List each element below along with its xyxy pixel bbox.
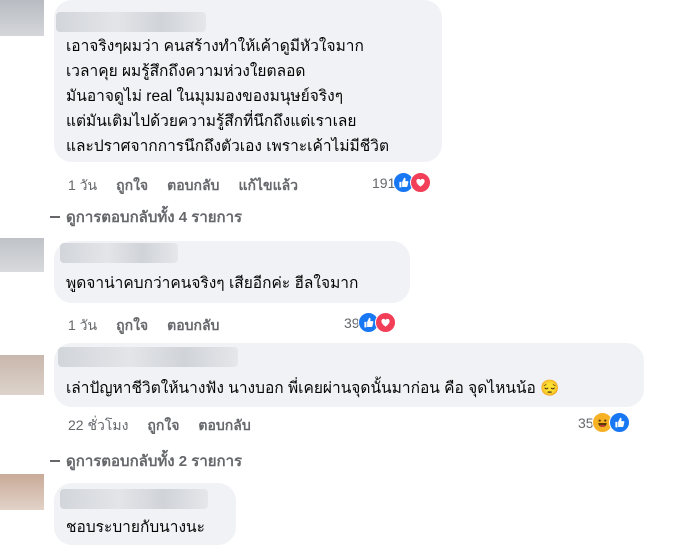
timestamp[interactable]: 1 วัน bbox=[68, 175, 97, 197]
edited-label[interactable]: แก้ไขแล้ว bbox=[238, 175, 298, 197]
love-icon bbox=[374, 312, 396, 333]
comment-actions: 1 วัน ถูกใจ ตอบกลับ แก้ไขแล้ว bbox=[68, 175, 298, 197]
comment-text: พูดจาน่าคบกว่าคนจริงๆ เสียอีกค่ะ ฮีลใจมา… bbox=[66, 275, 359, 292]
author-name[interactable] bbox=[60, 243, 178, 263]
comment-bubble: เอาจริงๆผมว่า คนสร้างทำให้เค้าดูมีหัวใจม… bbox=[54, 0, 442, 162]
view-replies-link[interactable]: ดูการตอบกลับทั้ง 4 รายการ bbox=[50, 205, 242, 229]
avatar[interactable] bbox=[0, 0, 44, 36]
view-replies-label[interactable]: ดูการตอบกลับทั้ง 2 รายการ bbox=[66, 449, 242, 473]
author-name[interactable] bbox=[56, 12, 206, 32]
comment-bubble: เล่าปัญหาชีวิตให้นางฟัง นางบอก พี่เคยผ่า… bbox=[54, 343, 644, 407]
like-button[interactable]: ถูกใจ bbox=[147, 415, 179, 437]
love-icon bbox=[410, 172, 432, 193]
author-name[interactable] bbox=[60, 489, 208, 509]
comment-actions: 22 ชั่วโมง ถูกใจ ตอบกลับ bbox=[68, 415, 251, 437]
timestamp[interactable]: 22 ชั่วโมง bbox=[68, 415, 128, 437]
like-icon bbox=[608, 412, 630, 433]
reply-button[interactable]: ตอบกลับ bbox=[167, 175, 219, 197]
view-replies-link[interactable]: ดูการตอบกลับทั้ง 2 รายการ bbox=[50, 449, 242, 473]
reply-button[interactable]: ตอบกลับ bbox=[198, 415, 250, 437]
like-button[interactable]: ถูกใจ bbox=[116, 315, 148, 337]
reaction-summary[interactable]: 39 bbox=[344, 312, 396, 333]
author-name[interactable] bbox=[58, 347, 238, 367]
reaction-summary[interactable]: 35 bbox=[578, 412, 630, 433]
reply-button[interactable]: ตอบกลับ bbox=[167, 315, 219, 337]
comment-text: เอาจริงๆผมว่า คนสร้างทำให้เค้าดูมีหัวใจม… bbox=[66, 38, 390, 155]
comment-bubble: ชอบระบายกับนางนะ bbox=[54, 483, 236, 545]
thread-line bbox=[50, 460, 60, 462]
comment-text: ชอบระบายกับนางนะ bbox=[66, 519, 205, 536]
avatar[interactable] bbox=[0, 474, 44, 510]
comment-text: เล่าปัญหาชีวิตให้นางฟัง นางบอก พี่เคยผ่า… bbox=[66, 380, 560, 397]
reaction-summary[interactable]: 191 bbox=[372, 172, 432, 193]
comment-actions: 1 วัน ถูกใจ ตอบกลับ bbox=[68, 315, 219, 337]
avatar[interactable] bbox=[0, 238, 44, 272]
view-replies-label[interactable]: ดูการตอบกลับทั้ง 4 รายการ bbox=[66, 205, 242, 229]
thread-line bbox=[50, 216, 60, 218]
like-button[interactable]: ถูกใจ bbox=[116, 175, 148, 197]
comment-bubble: พูดจาน่าคบกว่าคนจริงๆ เสียอีกค่ะ ฮีลใจมา… bbox=[54, 241, 410, 303]
timestamp[interactable]: 1 วัน bbox=[68, 315, 97, 337]
avatar[interactable] bbox=[0, 355, 44, 395]
reaction-count: 191 bbox=[372, 174, 396, 191]
